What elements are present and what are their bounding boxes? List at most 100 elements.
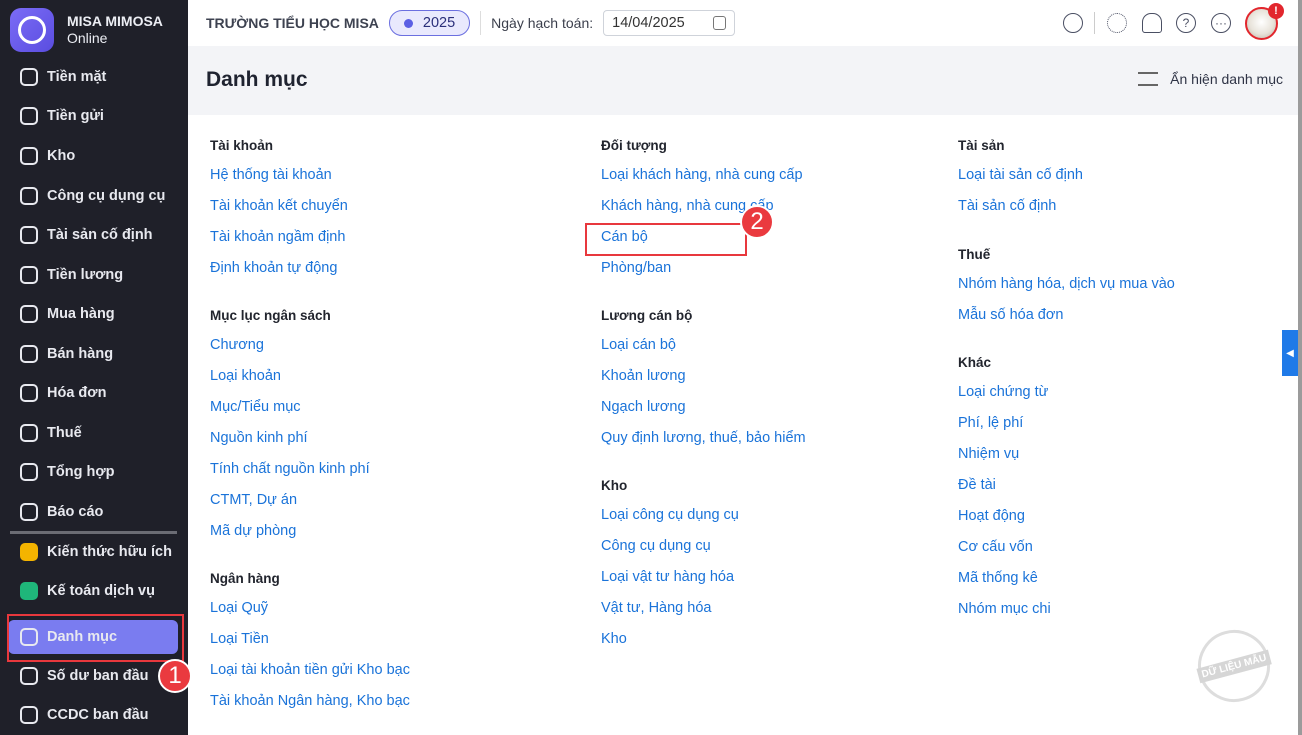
menu-icon xyxy=(20,266,38,284)
toggle-categories-button[interactable]: Ẩn hiện danh mục xyxy=(1138,71,1283,87)
category-link[interactable]: CTMT, Dự án xyxy=(210,492,370,523)
sidebar-item[interactable]: Thuế xyxy=(8,416,178,450)
group-title: Tài sản xyxy=(958,138,1005,153)
sidebar-item[interactable]: Tổng hợp xyxy=(8,455,178,489)
sidebar-item-label: Hóa đơn xyxy=(47,385,107,401)
category-link[interactable]: Loại khách hàng, nhà cung cấp xyxy=(601,167,803,198)
sidebar-item-label: Tiền mặt xyxy=(47,69,107,85)
brand-name: MISA MIMOSA xyxy=(67,13,163,29)
category-link[interactable]: Loại Quỹ xyxy=(210,600,410,631)
sidebar-item-label: Tài sản cố định xyxy=(47,227,153,243)
category-link[interactable]: Nguồn kinh phí xyxy=(210,430,370,461)
category-link[interactable]: Loại vật tư hàng hóa xyxy=(601,569,739,600)
scrollbar[interactable] xyxy=(1298,0,1302,735)
category-link[interactable]: Nhóm hàng hóa, dịch vụ mua vào xyxy=(958,276,1175,307)
category-link[interactable]: Loại Tiền xyxy=(210,631,410,662)
sample-data-stamp: DỮ LIỆU MẪU xyxy=(1189,621,1279,711)
bell-icon[interactable] xyxy=(1142,13,1162,33)
category-group: Tài khoản Hệ thống tài khoản Tài khoản kết… xyxy=(210,138,348,291)
sidebar-item[interactable]: Tiền gửi xyxy=(8,99,178,133)
category-link[interactable]: Công cụ dụng cụ xyxy=(601,538,739,569)
category-group: Khác Loại chứng từ Phí, lệ phí Nhiệm vụ Đề t… xyxy=(958,355,1051,632)
sidebar-item[interactable]: Kho xyxy=(8,139,178,173)
category-link[interactable]: Loại chứng từ xyxy=(958,384,1051,415)
category-link[interactable]: Cơ cấu vốn xyxy=(958,539,1051,570)
help-icon[interactable]: ? xyxy=(1176,13,1196,33)
sidebar-item[interactable]: Công cụ dụng cụ xyxy=(8,179,178,213)
category-link[interactable]: Hệ thống tài khoản xyxy=(210,167,348,198)
category-group: Kho Loại công cụ dụng cụ Công cụ dụng cụ Lo… xyxy=(601,478,739,662)
category-link[interactable]: Chương xyxy=(210,337,370,368)
group-title: Đối tượng xyxy=(601,138,667,153)
refresh-search-icon[interactable] xyxy=(1063,13,1083,33)
category-link[interactable]: Nhóm mục chi xyxy=(958,601,1051,632)
sidebar-item[interactable]: Tiền lương xyxy=(8,258,178,292)
topbar: TRƯỜNG TIỂU HỌC MISA 2025 Ngày hạch toán… xyxy=(188,0,1298,46)
menu-icon xyxy=(20,305,38,323)
category-link[interactable]: Loại tài khoản tiền gửi Kho bạc xyxy=(210,662,410,693)
category-link[interactable]: Phí, lệ phí xyxy=(958,415,1051,446)
date-label: Ngày hạch toán: xyxy=(491,15,594,31)
menu-icon xyxy=(20,107,38,125)
category-link[interactable]: Mẫu số hóa đơn xyxy=(958,307,1175,338)
category-link[interactable]: Tài khoản kết chuyển xyxy=(210,198,348,229)
category-link[interactable]: Phòng/ban xyxy=(601,260,803,291)
category-link[interactable]: Ngạch lương xyxy=(601,399,806,430)
category-link[interactable]: Loại công cụ dụng cụ xyxy=(601,507,739,538)
menu-icon xyxy=(20,147,38,165)
group-title: Lương cán bộ xyxy=(601,308,693,323)
sidebar-item[interactable]: Kiến thức hữu ích xyxy=(8,535,178,569)
gear-icon[interactable] xyxy=(1107,13,1127,33)
year-value: 2025 xyxy=(422,15,456,31)
sidebar-item[interactable]: Hóa đơn xyxy=(8,376,178,410)
sidebar-item-label: CCDC ban đầu xyxy=(47,707,149,723)
sidebar: MISA MIMOSA Online Tiền mặt Tiền gửi Kho Côn… xyxy=(0,0,188,735)
category-link[interactable]: Mã dự phòng xyxy=(210,523,370,554)
category-link[interactable]: Định khoản tự động xyxy=(210,260,348,291)
menu-icon xyxy=(20,384,38,402)
menu-icon xyxy=(20,543,38,561)
category-link[interactable]: Mã thống kê xyxy=(958,570,1051,601)
category-link[interactable]: Tài khoản ngầm định xyxy=(210,229,348,260)
date-input[interactable]: 14/04/2025 xyxy=(603,10,736,36)
collapse-panel-button[interactable]: ◀ xyxy=(1282,330,1298,376)
school-name: TRƯỜNG TIỂU HỌC MISA xyxy=(206,15,379,31)
category-link[interactable]: Tính chất nguồn kinh phí xyxy=(210,461,370,492)
category-link[interactable]: Loại cán bộ xyxy=(601,337,806,368)
category-link[interactable]: Tài khoản Ngân hàng, Kho bạc xyxy=(210,693,410,724)
year-selector[interactable]: 2025 xyxy=(388,10,471,36)
category-link[interactable]: Loại tài sản cố định xyxy=(958,167,1083,198)
menu-icon xyxy=(20,667,38,685)
sidebar-item[interactable]: Số dư ban đầu xyxy=(8,659,178,693)
category-link[interactable]: Khoản lương xyxy=(601,368,806,399)
category-link[interactable]: Vật tư, Hàng hóa xyxy=(601,600,739,631)
sliders-icon xyxy=(1138,72,1159,86)
menu-icon xyxy=(20,345,38,363)
sidebar-item[interactable]: Bán hàng xyxy=(8,337,178,371)
category-link[interactable]: Kho xyxy=(601,631,739,662)
group-title: Thuế xyxy=(958,247,991,262)
more-icon[interactable]: ··· xyxy=(1211,13,1231,33)
calendar-icon[interactable] xyxy=(713,16,727,30)
sidebar-item[interactable]: Tiền mặt xyxy=(8,60,178,94)
category-link[interactable]: Đề tài xyxy=(958,477,1051,508)
callout-2: 2 xyxy=(740,205,774,239)
callout-1: 1 xyxy=(158,659,192,693)
category-link[interactable]: Loại khoản xyxy=(210,368,370,399)
category-link[interactable]: Tài sản cố định xyxy=(958,198,1083,229)
category-link[interactable]: Hoạt động xyxy=(958,508,1051,539)
sidebar-item[interactable]: Mua hàng xyxy=(8,297,178,331)
sidebar-item[interactable]: Báo cáo xyxy=(8,495,178,529)
brand[interactable]: MISA MIMOSA Online xyxy=(10,8,163,52)
category-link[interactable]: Mục/Tiểu mục xyxy=(210,399,370,430)
category-link[interactable]: Quy định lương, thuế, bảo hiểm xyxy=(601,430,806,461)
sidebar-item[interactable]: Kế toán dịch vụ xyxy=(8,574,178,608)
category-link[interactable]: Nhiệm vụ xyxy=(958,446,1051,477)
sidebar-item-label: Thuế xyxy=(47,425,82,441)
sidebar-item-label: Tiền lương xyxy=(47,267,124,283)
sidebar-item[interactable]: Tài sản cố định xyxy=(8,218,178,252)
menu-icon xyxy=(20,582,38,600)
sidebar-item[interactable]: CCDC ban đầu xyxy=(8,698,178,732)
page-header: Danh mục Ẩn hiện danh mục xyxy=(188,46,1298,115)
group-title: Mục lục ngân sách xyxy=(210,308,331,323)
